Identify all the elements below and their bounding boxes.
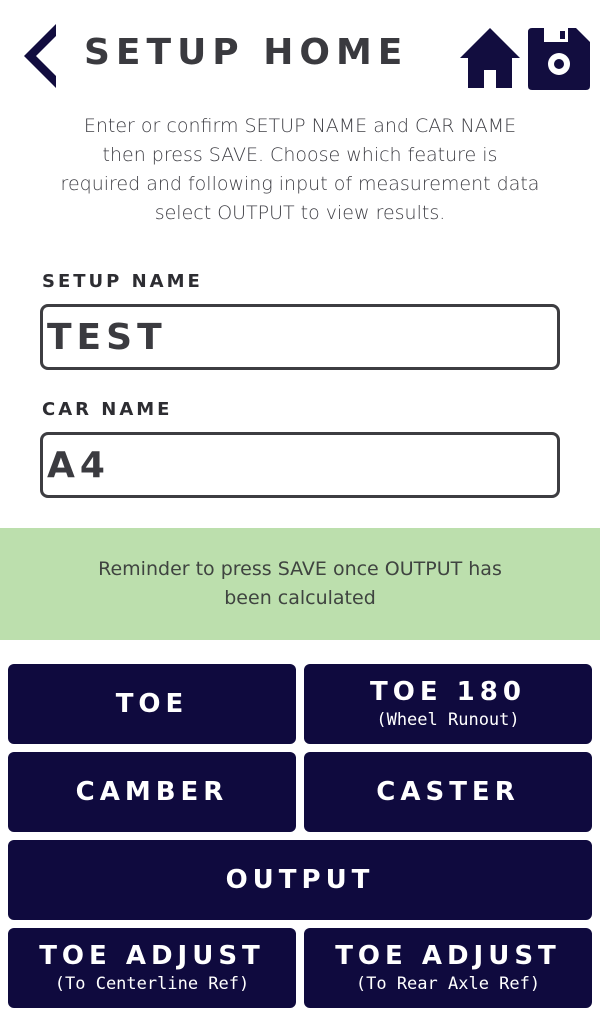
- setup-name-input[interactable]: TEST: [40, 304, 560, 370]
- reminder-text: Reminder to press SAVE once OUTPUT has b…: [98, 558, 502, 609]
- reminder-banner: Reminder to press SAVE once OUTPUT has b…: [0, 528, 600, 640]
- toe-180-button[interactable]: TOE 180 (Wheel Runout): [304, 664, 592, 744]
- output-button-label: OUTPUT: [225, 865, 375, 895]
- toe-180-button-sublabel: (Wheel Runout): [376, 710, 520, 730]
- toe-adjust-rear-axle-button[interactable]: TOE ADJUST (To Rear Axle Ref): [304, 928, 592, 1008]
- home-icon: [460, 28, 520, 88]
- car-name-input[interactable]: A4: [40, 432, 560, 498]
- page-title: SETUP HOME: [84, 32, 409, 73]
- chevron-left-icon: [24, 24, 56, 88]
- camber-button-label: CAMBER: [75, 777, 229, 807]
- camber-button[interactable]: CAMBER: [8, 752, 296, 832]
- toe-button-label: TOE: [115, 689, 189, 719]
- toe-adjust-centerline-label: TOE ADJUST: [39, 941, 265, 971]
- home-button[interactable]: [458, 26, 522, 90]
- toe-adjust-rear-axle-label: TOE ADJUST: [335, 941, 561, 971]
- back-button[interactable]: [18, 20, 62, 92]
- setup-name-label: SETUP NAME: [42, 271, 203, 292]
- header-bar: SETUP HOME: [0, 0, 600, 112]
- toe-180-button-label: TOE 180: [370, 677, 526, 707]
- caster-button-label: CASTER: [376, 777, 520, 807]
- toe-adjust-centerline-sublabel: (To Centerline Ref): [54, 974, 250, 994]
- instructions-text: Enter or confirm SETUP NAME and CAR NAME…: [60, 115, 540, 224]
- output-button[interactable]: OUTPUT: [8, 840, 592, 920]
- caster-button[interactable]: CASTER: [304, 752, 592, 832]
- floppy-disk-icon: [528, 28, 590, 90]
- toe-adjust-centerline-button[interactable]: TOE ADJUST (To Centerline Ref): [8, 928, 296, 1008]
- car-name-label: CAR NAME: [42, 399, 173, 420]
- toe-adjust-rear-axle-sublabel: (To Rear Axle Ref): [355, 974, 541, 994]
- toe-button[interactable]: TOE: [8, 664, 296, 744]
- save-button[interactable]: [526, 26, 592, 92]
